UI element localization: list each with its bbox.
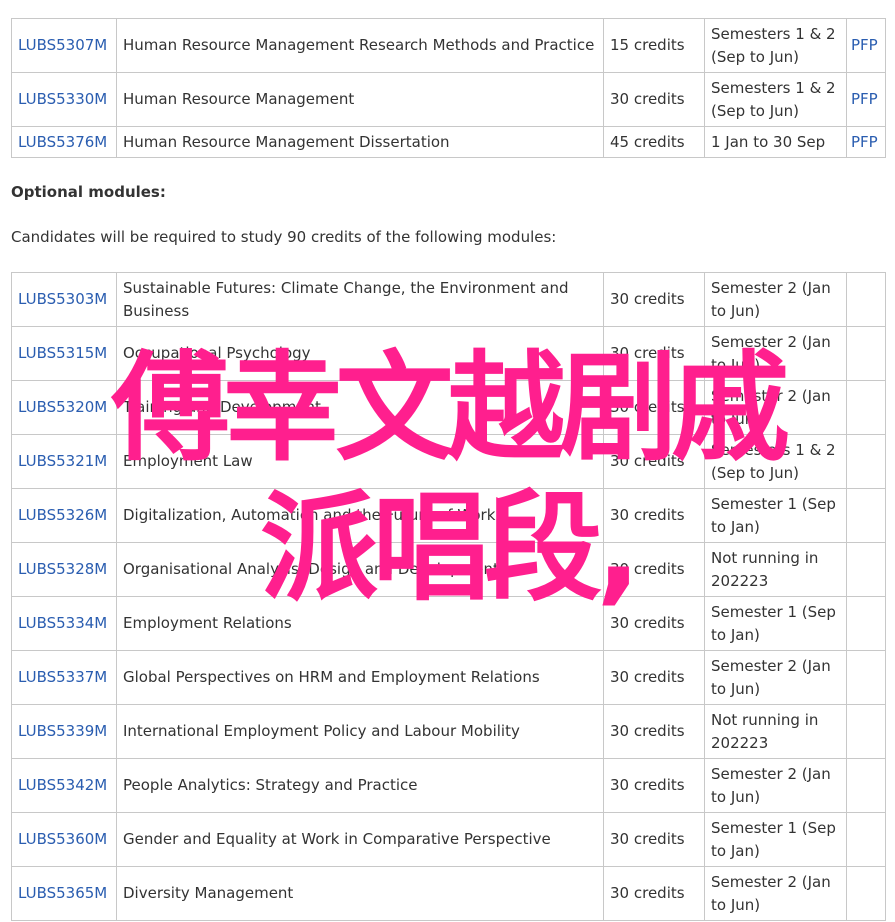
optional-modules-heading: Optional modules: [11,183,166,201]
empty-cell [846,542,886,597]
module-title: People Analytics: Strategy and Practice [116,758,604,813]
module-credits: 30 credits [603,812,705,867]
empty-cell [846,866,886,921]
module-code-link[interactable]: LUBS5334M [18,614,107,632]
module-credits: 30 credits [603,650,705,705]
empty-cell [846,812,886,867]
module-code-link[interactable]: LUBS5330M [18,90,107,108]
module-code-link[interactable]: LUBS5376M [18,133,107,151]
empty-cell [846,272,886,327]
module-semester: Semester 2 (Jan to Jun) [704,758,847,813]
module-semester: Not running in 202223 [704,542,847,597]
module-row: LUBS5320M Training and Development 30 cred… [11,380,886,435]
required-modules-table: LUBS5307M Human Resource Management Resea… [11,18,886,158]
module-title: Occupational Psychology [116,326,604,381]
module-credits: 30 credits [603,704,705,759]
module-semester: Semesters 1 & 2 (Sep to Jun) [704,434,847,489]
module-code-link[interactable]: LUBS5360M [18,830,107,848]
empty-cell [846,326,886,381]
module-title: Global Perspectives on HRM and Employmen… [116,650,604,705]
module-code-link[interactable]: LUBS5337M [18,668,107,686]
empty-cell [846,704,886,759]
module-code-link[interactable]: LUBS5303M [18,290,107,308]
module-semester: Semester 2 (Jan to Jun) [704,650,847,705]
module-credits: 15 credits [603,18,705,73]
module-title: Employment Relations [116,596,604,651]
pfp-link[interactable]: PFP [851,133,878,151]
module-code-link[interactable]: LUBS5315M [18,344,107,362]
module-title: Digitalization, Automation and the Futur… [116,488,604,543]
module-credits: 30 credits [603,488,705,543]
pfp-link[interactable]: PFP [851,36,878,54]
module-row: LUBS5365M Diversity Management 30 credits S… [11,866,886,921]
module-title: Gender and Equality at Work in Comparati… [116,812,604,867]
module-semester: Semester 1 (Sep to Jan) [704,812,847,867]
module-row: LUBS5360M Gender and Equality at Work in … [11,812,886,867]
module-row: LUBS5328M Organisational Analysis, Design… [11,542,886,597]
module-row: LUBS5330M Human Resource Management 30 cre… [11,72,886,127]
module-code-link[interactable]: LUBS5321M [18,452,107,470]
optional-modules-table: LUBS5303M Sustainable Futures: Climate Ch… [11,272,886,921]
empty-cell [846,380,886,435]
module-semester: Semesters 1 & 2 (Sep to Jun) [704,18,847,73]
pfp-link[interactable]: PFP [851,90,878,108]
module-semester: Not running in 202223 [704,704,847,759]
module-row: LUBS5315M Occupational Psychology 30 credi… [11,326,886,381]
module-code-link[interactable]: LUBS5307M [18,36,107,54]
module-credits: 30 credits [603,542,705,597]
empty-cell [846,650,886,705]
empty-cell [846,758,886,813]
module-semester: Semester 2 (Jan to Jun) [704,326,847,381]
module-credits: 30 credits [603,758,705,813]
empty-cell [846,434,886,489]
module-title: Employment Law [116,434,604,489]
module-title: Human Resource Management [116,72,604,127]
empty-cell [846,596,886,651]
module-code-link[interactable]: LUBS5320M [18,398,107,416]
module-code-link[interactable]: LUBS5342M [18,776,107,794]
module-code-link[interactable]: LUBS5328M [18,560,107,578]
module-credits: 30 credits [603,434,705,489]
module-row: LUBS5339M International Employment Policy… [11,704,886,759]
module-semester: Semester 1 (Sep to Jan) [704,596,847,651]
module-title: Training and Development [116,380,604,435]
module-credits: 45 credits [603,126,705,158]
module-row: LUBS5342M People Analytics: Strategy and … [11,758,886,813]
module-code-link[interactable]: LUBS5365M [18,884,107,902]
module-credits: 30 credits [603,380,705,435]
module-title: Human Resource Management Research Metho… [116,18,604,73]
module-semester: Semester 2 (Jan to Jun) [704,866,847,921]
module-code-link[interactable]: LUBS5339M [18,722,107,740]
module-semester: 1 Jan to 30 Sep [704,126,847,158]
module-row: LUBS5326M Digitalization, Automation and … [11,488,886,543]
module-row: LUBS5337M Global Perspectives on HRM and … [11,650,886,705]
module-row: LUBS5334M Employment Relations 30 credits S… [11,596,886,651]
module-credits: 30 credits [603,866,705,921]
module-title: Organisational Analysis, Design and Deve… [116,542,604,597]
module-semester: Semester 1 (Sep to Jan) [704,488,847,543]
module-title: Human Resource Management Dissertation [116,126,604,158]
module-row: LUBS5376M Human Resource Management Disse… [11,126,886,158]
module-credits: 30 credits [603,272,705,327]
module-credits: 30 credits [603,326,705,381]
module-code-link[interactable]: LUBS5326M [18,506,107,524]
module-credits: 30 credits [603,596,705,651]
empty-cell [846,488,886,543]
module-semester: Semester 2 (Jan to Jun) [704,380,847,435]
optional-modules-description: Candidates will be required to study 90 … [11,228,557,246]
module-row: LUBS5303M Sustainable Futures: Climate Ch… [11,272,886,327]
module-row: LUBS5321M Employment Law 30 credits Semeste… [11,434,886,489]
module-title: Diversity Management [116,866,604,921]
module-title: Sustainable Futures: Climate Change, the… [116,272,604,327]
module-semester: Semesters 1 & 2 (Sep to Jun) [704,72,847,127]
module-title: International Employment Policy and Labo… [116,704,604,759]
module-row: LUBS5307M Human Resource Management Resea… [11,18,886,73]
module-credits: 30 credits [603,72,705,127]
module-semester: Semester 2 (Jan to Jun) [704,272,847,327]
